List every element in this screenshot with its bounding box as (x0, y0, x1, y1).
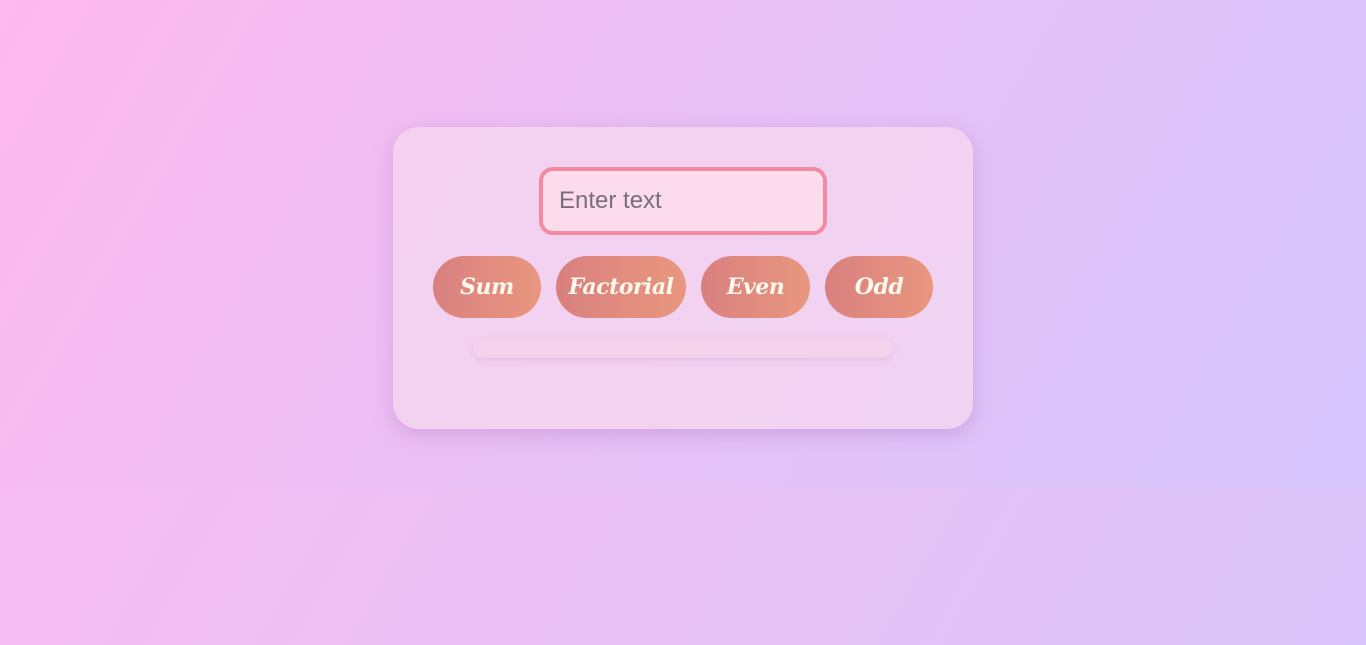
calculator-card: Sum Factorial Even Odd (393, 127, 973, 429)
odd-button[interactable]: Odd (825, 256, 933, 318)
result-display (473, 338, 893, 358)
sum-button[interactable]: Sum (433, 256, 541, 318)
text-input[interactable] (539, 167, 827, 235)
even-button[interactable]: Even (701, 256, 810, 318)
factorial-button[interactable]: Factorial (556, 256, 686, 318)
